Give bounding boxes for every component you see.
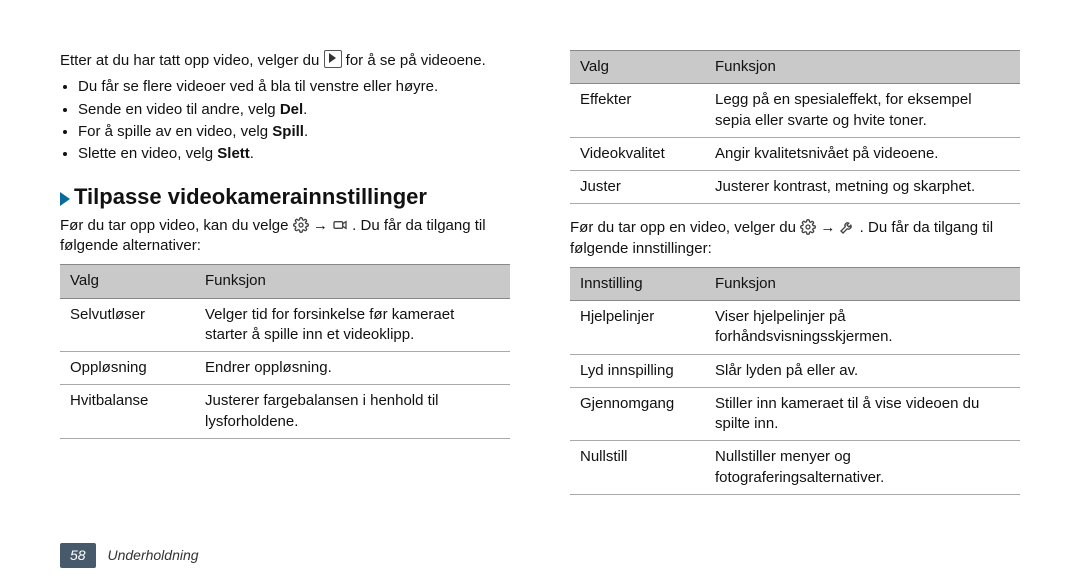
cell: Gjennomgang [570,387,705,441]
heading-text: Tilpasse videokamerainnstillinger [74,184,427,209]
camera-icon [332,217,348,233]
table-header: Funksjon [705,267,1020,300]
table-header: Valg [60,265,195,298]
bullet-text: For å spille av en video, velg [78,123,272,140]
table-row: HjelpelinjerViser hjelpelinjer på forhån… [570,301,1020,355]
table-row: SelvutløserVelger tid for forsinkelse fø… [60,298,510,352]
settings-table: Innstilling Funksjon HjelpelinjerViser h… [570,267,1020,495]
bullet-text: . [303,101,307,118]
cell: Nullstill [570,441,705,495]
table-row: NullstillNullstiller menyer og fotografe… [570,441,1020,495]
arrow-text: → [820,219,839,236]
arrow-text: → [313,217,332,234]
wrench-icon [839,219,855,235]
table-header: Valg [570,51,705,84]
table-row: JusterJusterer kontrast, metning og skar… [570,171,1020,204]
list-item: Sende en video til andre, velg Del. [78,100,510,120]
cell: Stiller inn kameraet til å vise videoen … [705,387,1020,441]
cell: Hvitbalanse [60,385,195,439]
bullet-text: Du får se flere videoer ved å bla til ve… [78,78,438,95]
table-row: GjennomgangStiller inn kameraet til å vi… [570,387,1020,441]
cell: Velger tid for forsinkelse før kameraet … [195,298,510,352]
cell: Selvutløser [60,298,195,352]
bullet-text: Slette en video, velg [78,145,217,162]
table-row: OppløsningEndrer oppløsning. [60,352,510,385]
table-row: EffekterLegg på en spesialeffekt, for ek… [570,84,1020,138]
cell: Endrer oppløsning. [195,352,510,385]
bullet-list: Du får se flere videoer ved å bla til ve… [60,77,510,164]
gear-icon [293,217,309,233]
section-name: Underholdning [107,547,198,563]
list-item: Slette en video, velg Slett. [78,144,510,164]
subtext: Før du tar opp video, kan du velge [60,217,293,234]
bullet-bold: Slett [217,145,250,162]
cell: Nullstiller menyer og fotograferingsalte… [705,441,1020,495]
chevron-icon [60,192,70,206]
page-footer: 58 Underholdning [0,543,199,568]
bullet-text: Sende en video til andre, velg [78,101,280,118]
section-heading: Tilpasse videokamerainnstillinger [60,182,510,212]
table-row: VideokvalitetAngir kvalitetsnivået på vi… [570,137,1020,170]
subtext-paragraph: Før du tar opp video, kan du velge → . D… [60,216,510,257]
play-icon [324,50,342,68]
cell: Videokvalitet [570,137,705,170]
bullet-text: . [304,123,308,140]
table-header: Funksjon [195,265,510,298]
cell: Effekter [570,84,705,138]
cell: Lyd innspilling [570,354,705,387]
cell: Viser hjelpelinjer på forhåndsvisningssk… [705,301,1020,355]
list-item: Du får se flere videoer ved å bla til ve… [78,77,510,97]
intro-before: Etter at du har tatt opp video, velger d… [60,52,324,69]
cell: Slår lyden på eller av. [705,354,1020,387]
cell: Justerer kontrast, metning og skarphet. [705,171,1020,204]
intro-paragraph: Etter at du har tatt opp video, velger d… [60,50,510,71]
table-header: Funksjon [705,51,1020,84]
table-row: Lyd innspillingSlår lyden på eller av. [570,354,1020,387]
cell: Hjelpelinjer [570,301,705,355]
gear-icon [800,219,816,235]
bullet-bold: Spill [272,123,304,140]
cell: Legg på en spesialeffekt, for eksempel s… [705,84,1020,138]
table-header: Innstilling [570,267,705,300]
settings-text: Før du tar opp en video, velger du [570,219,800,236]
cell: Juster [570,171,705,204]
cell: Angir kvalitetsnivået på videoene. [705,137,1020,170]
options-table-1b: Valg Funksjon EffekterLegg på en spesial… [570,50,1020,204]
bullet-text: . [250,145,254,162]
options-table-1: Valg Funksjon SelvutløserVelger tid for … [60,264,510,439]
list-item: For å spille av en video, velg Spill. [78,122,510,142]
intro-after: for å se på videoene. [346,52,486,69]
settings-paragraph: Før du tar opp en video, velger du → . D… [570,218,1020,259]
bullet-bold: Del [280,101,303,118]
cell: Oppløsning [60,352,195,385]
page-number: 58 [60,543,96,568]
table-row: HvitbalanseJusterer fargebalansen i henh… [60,385,510,439]
cell: Justerer fargebalansen i henhold til lys… [195,385,510,439]
